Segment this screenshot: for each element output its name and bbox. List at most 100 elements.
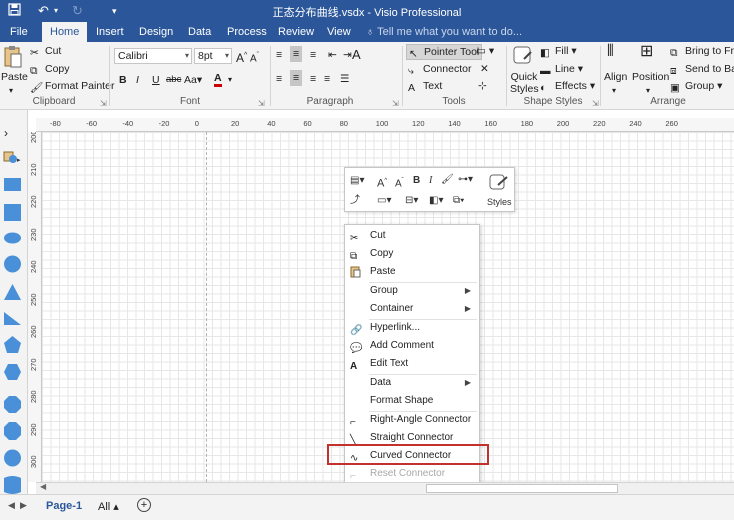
menu-item-container[interactable]: Container ▶ bbox=[345, 300, 479, 318]
shape-text-icon[interactable]: ▤▾ bbox=[350, 175, 364, 187]
tell-me-box[interactable]: ♁ Tell me what you want to do... bbox=[366, 22, 522, 42]
circle-shape-icon[interactable] bbox=[4, 449, 21, 467]
rectangle-shape-icon[interactable] bbox=[4, 178, 21, 191]
all-pages-button[interactable]: All ▴ bbox=[98, 500, 119, 513]
position-icon[interactable]: ⊟▾ bbox=[405, 195, 418, 207]
increase-font-icon[interactable]: A^ bbox=[236, 49, 247, 65]
clipboard-launcher-icon[interactable]: ⇲ bbox=[100, 97, 107, 111]
close-icon[interactable]: ✕ bbox=[480, 62, 489, 76]
justify-icon[interactable]: ≡ bbox=[324, 72, 330, 86]
shapes-menu-icon[interactable]: ▸ bbox=[3, 150, 23, 167]
prev-page-icon[interactable]: ◀ bbox=[8, 500, 15, 511]
strikethrough-icon[interactable]: abc bbox=[166, 73, 181, 87]
align-icon[interactable]: ⫴ bbox=[607, 44, 614, 60]
bring-to-front-button[interactable]: ⧉ Bring to Fron bbox=[670, 44, 734, 59]
menu-item-edit-text[interactable]: A Edit Text bbox=[345, 355, 479, 373]
next-page-icon[interactable]: ▶ bbox=[20, 500, 27, 511]
pointer-tool-button[interactable]: ↖ Pointer Tool bbox=[406, 44, 483, 60]
add-page-button[interactable]: + bbox=[137, 498, 151, 512]
bold-icon[interactable]: B bbox=[413, 175, 420, 187]
connector-button[interactable]: ⤷ Connector bbox=[408, 62, 471, 77]
align-left-icon[interactable]: ≡ bbox=[276, 72, 282, 86]
triangle-shape-icon[interactable] bbox=[4, 284, 21, 300]
decrease-font-icon[interactable]: Aˇ bbox=[395, 175, 404, 190]
align-right-icon[interactable]: ≡ bbox=[310, 72, 316, 86]
expand-shapes-icon[interactable]: › bbox=[4, 126, 8, 140]
italic-icon[interactable]: I bbox=[136, 73, 139, 87]
menu-item-format-shape[interactable]: Format Shape bbox=[345, 392, 479, 410]
ellipse-shape-icon[interactable] bbox=[4, 232, 21, 244]
font-color-dropdown-icon[interactable]: ▾ bbox=[228, 73, 232, 87]
line-button[interactable]: ▬ Line ▾ bbox=[540, 62, 583, 77]
fill-color-icon[interactable]: ◧▾ bbox=[429, 195, 443, 207]
pentagon-shape-icon[interactable] bbox=[4, 336, 21, 353]
menu-item-cut[interactable]: ✂ Cut bbox=[345, 227, 479, 245]
octagon-shape-icon[interactable] bbox=[4, 396, 21, 413]
copy-button[interactable]: ⧉ Copy bbox=[30, 62, 70, 77]
paste-button[interactable]: Paste bbox=[1, 70, 28, 84]
group-button[interactable]: ▣ Group ▾ bbox=[670, 79, 722, 94]
font-family-select[interactable]: Calibri ▾ bbox=[114, 48, 192, 64]
font-launcher-icon[interactable]: ⇲ bbox=[258, 97, 265, 111]
connection-point-icon[interactable]: ⊹ bbox=[478, 79, 487, 93]
shape-styles-launcher-icon[interactable]: ⇲ bbox=[592, 97, 599, 111]
styles-icon[interactable] bbox=[488, 173, 510, 197]
square-shape-icon[interactable] bbox=[4, 204, 21, 221]
position-button[interactable]: Position bbox=[632, 70, 669, 84]
menu-item-right-angle-connector[interactable]: ⌐ Right-Angle Connector bbox=[345, 411, 479, 429]
scroll-left-icon[interactable]: ◀ bbox=[40, 482, 46, 491]
fill-button[interactable]: ◧ Fill ▾ bbox=[540, 44, 577, 59]
tab-design[interactable]: Design bbox=[131, 22, 181, 42]
bullets-icon[interactable]: ☰ bbox=[340, 72, 349, 86]
italic-icon[interactable]: I bbox=[429, 175, 432, 187]
decrease-font-icon[interactable]: Aˇ bbox=[250, 49, 259, 66]
hexagon-shape-icon[interactable] bbox=[4, 364, 21, 380]
cylinder-shape-icon[interactable] bbox=[4, 476, 21, 494]
align-middle-icon[interactable]: ≡ bbox=[290, 46, 303, 62]
decrease-indent-icon[interactable]: ⇤ bbox=[328, 48, 337, 62]
align-button[interactable]: Align bbox=[604, 70, 627, 84]
change-case-icon[interactable]: Aa▾ bbox=[184, 73, 202, 87]
format-painter-icon[interactable]: 🖌 bbox=[441, 174, 454, 186]
bold-icon[interactable]: B bbox=[119, 73, 127, 87]
menu-item-copy[interactable]: ⧉ Copy bbox=[345, 245, 479, 263]
menu-item-add-comment[interactable]: 💬 Add Comment bbox=[345, 337, 479, 355]
menu-item-data[interactable]: Data ▶ bbox=[345, 374, 479, 392]
styles-button[interactable]: Styles bbox=[487, 196, 512, 208]
link-icon[interactable]: ⊶▾ bbox=[458, 174, 473, 186]
right-triangle-shape-icon[interactable] bbox=[4, 312, 21, 325]
align-bottom-icon[interactable]: ≡ bbox=[310, 48, 316, 62]
font-size-select[interactable]: 8pt ▾ bbox=[194, 48, 232, 64]
font-color-icon[interactable]: A bbox=[214, 73, 222, 87]
tab-file[interactable]: File bbox=[2, 22, 36, 42]
text-tool-button[interactable]: A Text bbox=[408, 79, 442, 94]
page-tab-page-1[interactable]: Page-1 bbox=[46, 500, 82, 512]
effects-button[interactable]: ◐ Effects ▾ bbox=[540, 79, 595, 94]
quick-styles-icon[interactable] bbox=[512, 45, 534, 67]
underline-icon[interactable]: U bbox=[152, 73, 160, 87]
tab-view[interactable]: View bbox=[319, 22, 359, 42]
tab-data[interactable]: Data bbox=[180, 22, 219, 42]
horizontal-scrollbar[interactable]: ◀ bbox=[36, 482, 734, 494]
send-to-back-button[interactable]: ⧈ Send to Back bbox=[670, 62, 734, 77]
position-icon[interactable]: ⊞ bbox=[640, 44, 653, 60]
connector-tool-icon[interactable]: ⤴ bbox=[350, 195, 360, 207]
decagon-shape-icon[interactable] bbox=[4, 422, 21, 440]
tab-process[interactable]: Process bbox=[219, 22, 275, 42]
text-direction-icon[interactable]: A bbox=[352, 48, 361, 62]
tab-review[interactable]: Review bbox=[270, 22, 322, 42]
increase-font-icon[interactable]: A^ bbox=[377, 175, 387, 190]
bring-forward-icon[interactable]: ⧉▾ bbox=[453, 195, 464, 207]
increase-indent-icon[interactable]: ⇥ bbox=[343, 48, 352, 62]
cut-button[interactable]: ✂ Cut bbox=[30, 44, 61, 59]
paragraph-launcher-icon[interactable]: ⇲ bbox=[392, 97, 399, 111]
scrollbar-thumb[interactable] bbox=[426, 484, 618, 493]
format-painter-button[interactable]: 🖌 Format Painter bbox=[30, 79, 114, 94]
menu-item-paste[interactable]: Paste bbox=[345, 263, 479, 281]
align-top-icon[interactable]: ≡ bbox=[276, 48, 282, 62]
rectangle-tool-icon[interactable]: ▭ ▾ bbox=[476, 44, 494, 58]
circle-shape-icon[interactable] bbox=[4, 255, 21, 273]
menu-item-hyperlink[interactable]: 🔗 Hyperlink... bbox=[345, 319, 479, 337]
paste-icon[interactable] bbox=[3, 45, 23, 69]
menu-item-group[interactable]: Group ▶ bbox=[345, 282, 479, 300]
